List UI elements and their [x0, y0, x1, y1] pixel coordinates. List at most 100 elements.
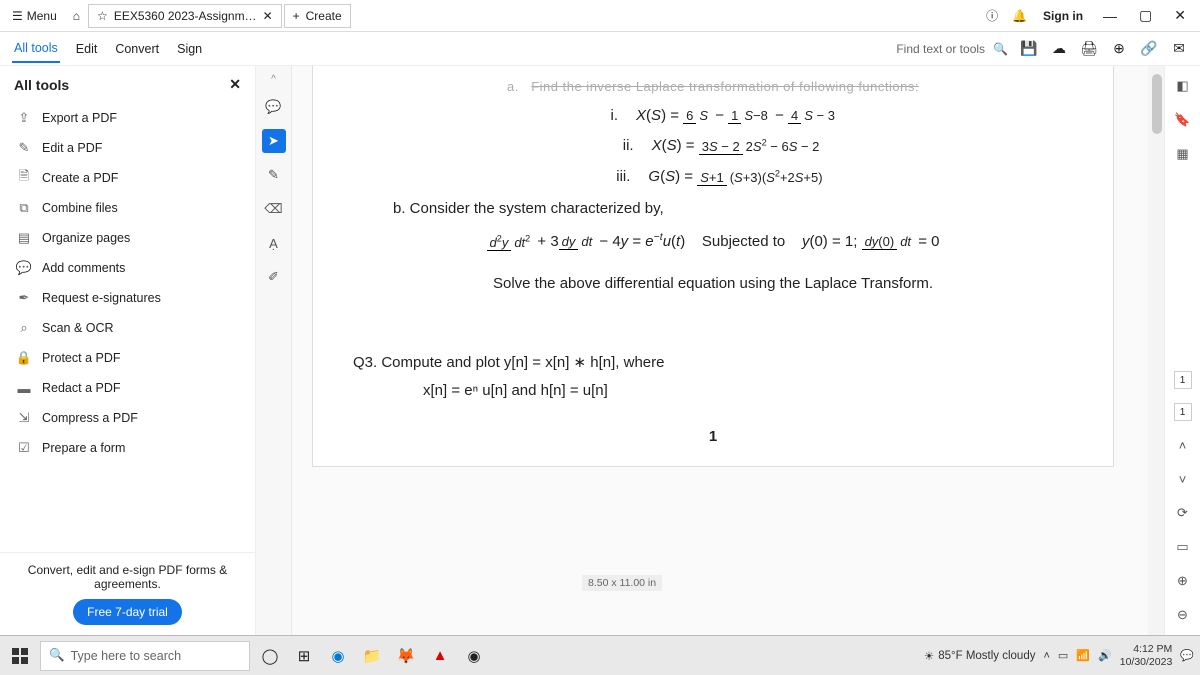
right-rail: ◧ 🔖 ▦ 1 1 ˄ ˅ ⟳ ▭ ⊕ ⊖: [1164, 66, 1200, 635]
help-icon[interactable]: ⓘ: [980, 3, 1004, 28]
notifications-icon[interactable]: 💬: [1180, 649, 1194, 662]
page-badge-2[interactable]: 1: [1174, 403, 1192, 421]
explorer-icon[interactable]: 📁: [358, 642, 386, 670]
tab-all-tools[interactable]: All tools: [12, 35, 60, 63]
bookmark-icon[interactable]: 🔖: [1173, 110, 1193, 130]
link-icon[interactable]: 🔗: [1140, 40, 1158, 58]
collapse-icon[interactable]: ^: [271, 74, 276, 85]
sidebar-item-protect[interactable]: 🔒Protect a PDF: [10, 343, 245, 373]
highlight-icon[interactable]: ✎: [262, 163, 286, 187]
chat-icon[interactable]: 💬: [262, 95, 286, 119]
draw-icon[interactable]: ✐: [262, 265, 286, 289]
tab-title: EEX5360 2023-Assignm…: [114, 9, 257, 23]
save-icon[interactable]: 💾: [1020, 40, 1038, 58]
page-number: 1: [709, 423, 717, 452]
sidebar: All tools ✕ ⇪Export a PDF ✎Edit a PDF 🗎C…: [0, 66, 256, 635]
combine-icon: ⧉: [16, 200, 32, 216]
tray-chevron-icon[interactable]: ˄: [1043, 650, 1049, 662]
up-icon[interactable]: ˄: [1173, 435, 1193, 455]
sidebar-item-signatures[interactable]: ✒Request e-signatures: [10, 283, 245, 313]
tab-edit[interactable]: Edit: [74, 36, 100, 62]
q3-title: Q3. Compute and plot y[n] = x[n] ∗ h[n],…: [353, 349, 1073, 378]
down-icon[interactable]: ˅: [1173, 469, 1193, 489]
erase-icon[interactable]: ⌫: [262, 197, 286, 221]
solve-line: Solve the above differential equation us…: [353, 270, 1073, 299]
sign-icon: ✒: [16, 290, 32, 306]
windows-taskbar: 🔍 Type here to search ◯ ⊞ ◉ 📁 🦊 ▲ ◉ ☀ 85…: [0, 635, 1200, 675]
tab-convert[interactable]: Convert: [113, 36, 161, 62]
sidebar-item-organize[interactable]: ▤Organize pages: [10, 223, 245, 253]
close-sidebar-icon[interactable]: ✕: [229, 76, 241, 93]
panel-icon[interactable]: ◧: [1173, 76, 1193, 96]
weather-widget[interactable]: ☀ 85°F Mostly cloudy: [924, 649, 1036, 663]
sidebar-item-edit[interactable]: ✎Edit a PDF: [10, 133, 245, 163]
minimize-button[interactable]: —: [1093, 4, 1127, 28]
sidebar-item-combine[interactable]: ⧉Combine files: [10, 193, 245, 223]
cloud-icon[interactable]: ☁: [1050, 40, 1068, 58]
taskbar-search[interactable]: 🔍 Type here to search: [40, 641, 250, 671]
find-input[interactable]: Find text or tools 🔍: [896, 42, 1008, 56]
sidebar-title: All tools: [14, 77, 69, 93]
part-b: b. Consider the system characterized by,: [393, 195, 1073, 224]
document-tab[interactable]: ☆ EEX5360 2023-Assignm… ✕: [88, 4, 282, 28]
text-icon[interactable]: Ạ: [262, 231, 286, 255]
fit-icon[interactable]: ▭: [1173, 537, 1193, 557]
redact-icon: ▬: [16, 380, 32, 396]
organize-icon: ▤: [16, 230, 32, 246]
free-trial-button[interactable]: Free 7-day trial: [73, 599, 182, 625]
create-icon: 🗎: [16, 170, 32, 186]
battery-icon[interactable]: ▭: [1058, 649, 1068, 662]
bell-icon[interactable]: 🔔: [1006, 5, 1033, 27]
scrollbar[interactable]: [1148, 66, 1164, 635]
cortana-icon[interactable]: ◯: [256, 642, 284, 670]
tab-sign[interactable]: Sign: [175, 36, 204, 62]
firefox-icon[interactable]: 🦊: [392, 642, 420, 670]
create-tab[interactable]: + Create: [284, 4, 351, 28]
document-viewport[interactable]: a. Find the inverse Laplace transformati…: [292, 66, 1164, 635]
menu-button[interactable]: ☰ Menu: [4, 5, 65, 27]
edit-icon: ✎: [16, 140, 32, 156]
page-badge[interactable]: 1: [1174, 371, 1192, 389]
grid-icon[interactable]: ▦: [1173, 144, 1193, 164]
form-icon: ☑: [16, 440, 32, 456]
clock[interactable]: 4:12 PM 10/30/2023: [1120, 643, 1173, 668]
comment-icon: 💬: [16, 260, 32, 276]
refresh-icon[interactable]: ⟳: [1173, 503, 1193, 523]
sidebar-item-create[interactable]: 🗎Create a PDF: [10, 163, 245, 193]
page-dimensions: 8.50 x 11.00 in: [582, 575, 662, 591]
sidebar-item-export[interactable]: ⇪Export a PDF: [10, 103, 245, 133]
zoom-in-icon[interactable]: ⊕: [1173, 571, 1193, 591]
q3-body: x[n] = eⁿ u[n] and h[n] = u[n]: [423, 377, 1073, 406]
print-icon[interactable]: 🖨: [1080, 40, 1098, 58]
taskview-icon[interactable]: ⊞: [290, 642, 318, 670]
sidebar-item-compress[interactable]: ⇲Compress a PDF: [10, 403, 245, 433]
scan-icon: ⌕: [16, 320, 32, 336]
export-icon: ⇪: [16, 110, 32, 126]
acrobat-icon[interactable]: ▲: [426, 642, 454, 670]
edge-icon[interactable]: ◉: [324, 642, 352, 670]
wifi-icon[interactable]: 📶: [1076, 649, 1090, 662]
sidebar-item-scan[interactable]: ⌕Scan & OCR: [10, 313, 245, 343]
menu-label: Menu: [27, 9, 57, 23]
close-window-button[interactable]: ✕: [1164, 3, 1196, 28]
sidebar-item-redact[interactable]: ▬Redact a PDF: [10, 373, 245, 403]
start-button[interactable]: [6, 642, 34, 670]
home-button[interactable]: ⌂: [67, 5, 86, 27]
maximize-button[interactable]: ▢: [1129, 3, 1162, 28]
sidebar-item-comments[interactable]: 💬Add comments: [10, 253, 245, 283]
lock-icon: 🔒: [16, 350, 32, 366]
zoom-out-icon[interactable]: ⊖: [1173, 605, 1193, 625]
sidebar-item-form[interactable]: ☑Prepare a form: [10, 433, 245, 463]
star-icon: ☆: [97, 9, 108, 23]
volume-icon[interactable]: 🔊: [1098, 649, 1112, 662]
zoom-icon[interactable]: ⊕: [1110, 40, 1128, 58]
search-icon: 🔍: [993, 42, 1008, 56]
search-icon: 🔍: [49, 648, 65, 663]
compress-icon: ⇲: [16, 410, 32, 426]
promo-text: Convert, edit and e-sign PDF forms & agr…: [14, 563, 241, 591]
chrome-icon[interactable]: ◉: [460, 642, 488, 670]
pointer-icon[interactable]: ➤: [262, 129, 286, 153]
email-icon[interactable]: ✉: [1170, 40, 1188, 58]
close-tab-icon[interactable]: ✕: [263, 9, 273, 23]
sign-in-button[interactable]: Sign in: [1035, 5, 1091, 27]
